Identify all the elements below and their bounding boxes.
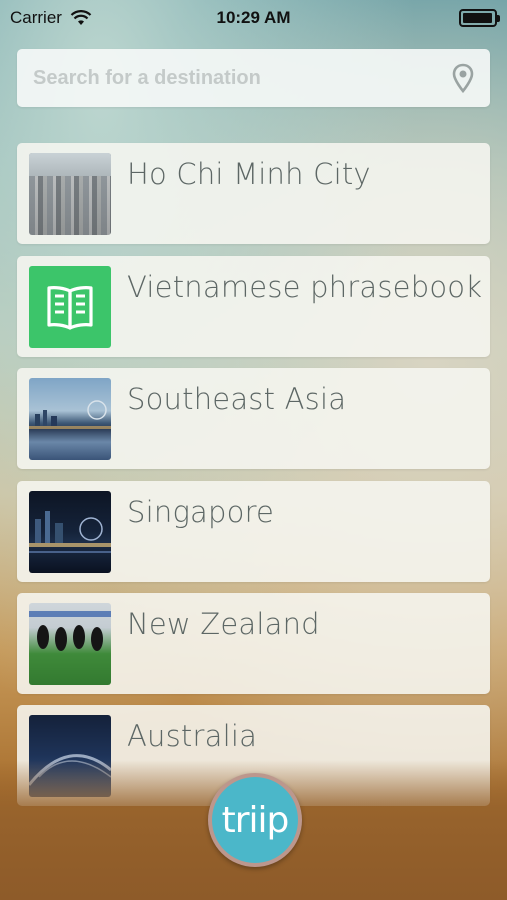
book-icon bbox=[29, 266, 111, 348]
search-input[interactable] bbox=[33, 66, 452, 90]
list-item-label: New Zealand bbox=[127, 607, 320, 641]
status-left: Carrier bbox=[10, 8, 92, 28]
list-item-label: Singapore bbox=[127, 495, 275, 529]
list-item-label: Ho Chi Minh City bbox=[127, 157, 371, 191]
night-skyline-thumbnail bbox=[29, 491, 111, 573]
location-pin-icon[interactable] bbox=[452, 63, 474, 93]
list-item-vietnamese-phrasebook[interactable]: Vietnamese phrasebook bbox=[17, 256, 490, 357]
triip-logo-label: triip bbox=[221, 799, 290, 841]
list-item-label: Vietnamese phrasebook bbox=[127, 270, 483, 304]
list-item-ho-chi-minh-city[interactable]: Ho Chi Minh City bbox=[17, 143, 490, 244]
rugby-team-thumbnail bbox=[29, 603, 111, 685]
battery-icon bbox=[459, 9, 500, 27]
carrier-label: Carrier bbox=[10, 8, 62, 27]
status-bar: Carrier 10:29 AM bbox=[0, 0, 507, 36]
list-item-southeast-asia[interactable]: Southeast Asia bbox=[17, 368, 490, 469]
list-item-label: Australia bbox=[127, 719, 258, 753]
battery-level bbox=[463, 13, 492, 23]
list-item-singapore[interactable]: Singapore bbox=[17, 481, 490, 582]
search-bar[interactable] bbox=[17, 49, 490, 107]
list-item-label: Southeast Asia bbox=[127, 382, 347, 416]
marina-skyline-thumbnail bbox=[29, 378, 111, 460]
wifi-icon bbox=[70, 10, 92, 25]
list-item-new-zealand[interactable]: New Zealand bbox=[17, 593, 490, 694]
triip-button[interactable]: triip bbox=[208, 773, 302, 867]
city-skyline-thumbnail bbox=[29, 153, 111, 235]
